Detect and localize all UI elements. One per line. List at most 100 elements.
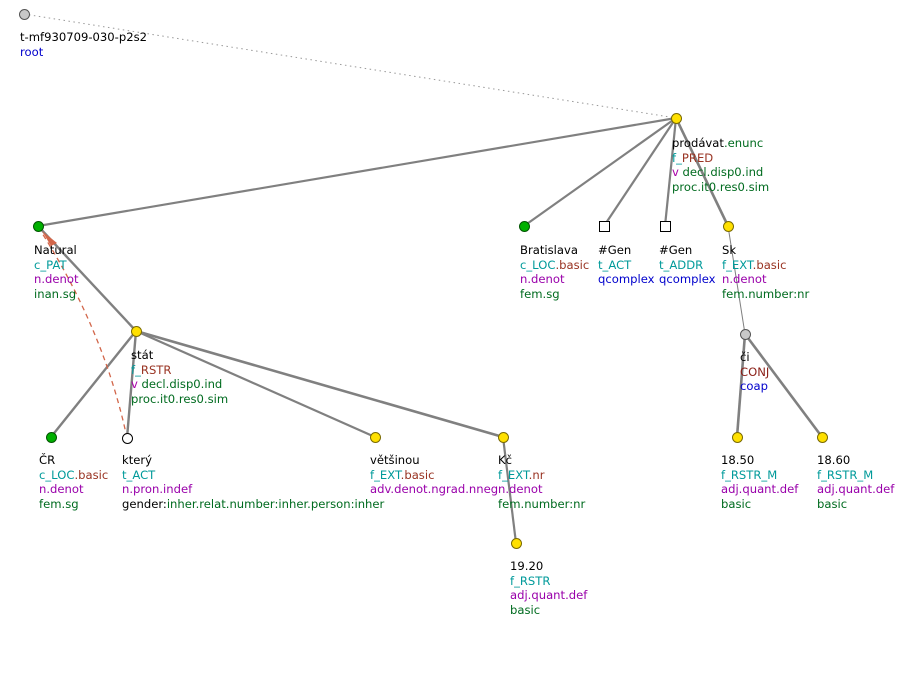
- tree-node-gen-addr[interactable]: [659, 220, 671, 232]
- label-text-part: inan.sg: [34, 286, 77, 301]
- label-text-part: f_: [131, 362, 141, 377]
- node-label-ci[interactable]: či CONJ coap: [740, 350, 769, 394]
- node-label-line: fem.number:nr: [722, 287, 809, 302]
- node-label-stat[interactable]: stát f_RSTR v decl.disp0.ind proc.it0.res0.…: [131, 348, 228, 406]
- node-label-line: většinou: [370, 453, 498, 468]
- node-label-line: fem.sg: [39, 497, 108, 512]
- node-label-line: adj.quant.def: [721, 482, 798, 497]
- label-text-part: Bratislava: [520, 243, 578, 257]
- node-label-line: root: [20, 45, 147, 60]
- label-text-suffix: .nr: [528, 467, 545, 482]
- tree-node-bratislava[interactable]: [518, 220, 530, 232]
- label-text-part: 18.50: [721, 453, 755, 467]
- label-text-part: fem.sg: [39, 496, 79, 511]
- label-text-part: n.denot: [39, 482, 84, 497]
- tree-node-n1850[interactable]: [731, 431, 743, 443]
- label-text-part: n.denot: [498, 482, 543, 497]
- node-label-line: f_EXT.basic: [370, 468, 498, 483]
- label-text-part: ČR: [39, 453, 56, 467]
- node-label-line: c_LOC.basic: [39, 468, 108, 483]
- label-text-part: v: [672, 165, 683, 180]
- tree-node-ktery[interactable]: [121, 432, 133, 444]
- label-text-part: fem.sg: [520, 286, 560, 301]
- label-text-part: qcomplex: [598, 272, 655, 287]
- node-label-line: t-mf930709-030-p2s2: [20, 30, 147, 45]
- label-text-part: f_EXT: [722, 257, 753, 272]
- node-label-n1850[interactable]: 18.50 f_RSTR_M adj.quant.def basic: [721, 453, 798, 511]
- tree-node-stat[interactable]: [130, 325, 142, 337]
- node-label-line: gender:inher.relat.number:inher.person:i…: [122, 497, 384, 512]
- node-label-bratislava[interactable]: Bratislava c_LOC.basic n.denot fem.sg: [520, 243, 589, 301]
- tree-node-natural[interactable]: [32, 220, 44, 232]
- node-label-line: proc.it0.res0.sim: [672, 180, 769, 195]
- node-label-line: fem.sg: [520, 287, 589, 302]
- node-label-sk[interactable]: Sk f_EXT.basic n.denot fem.number:nr: [722, 243, 809, 301]
- tree-node-prodavat[interactable]: [670, 112, 682, 124]
- node-label-line: který: [122, 453, 384, 468]
- node-label-line: f_RSTR: [510, 574, 587, 589]
- label-text-part: prodávat: [672, 136, 724, 150]
- label-text-part: fem.number:nr: [498, 496, 586, 511]
- label-text-suffix: .enunc: [723, 136, 764, 150]
- label-text-part: adj.quant.def: [817, 482, 895, 497]
- label-text-part: t_ACT: [122, 467, 156, 482]
- node-label-line: f_EXT.basic: [722, 258, 809, 273]
- tree-edge: [603, 117, 677, 227]
- node-label-ktery[interactable]: který t_ACT n.pron.indef gender:inher.relat…: [122, 453, 384, 511]
- node-label-line: basic: [510, 603, 587, 618]
- node-label-gen-addr[interactable]: #Gen t_ADDR qcomplex: [659, 243, 716, 287]
- label-text-part: f_EXT: [370, 467, 401, 482]
- node-label-natural[interactable]: Natural c_PAT n.denot inan.sg: [34, 243, 79, 301]
- label-text-part: qcomplex: [659, 272, 716, 287]
- node-label-n1860[interactable]: 18.60 f_RSTR_M adj.quant.def basic: [817, 453, 894, 511]
- label-text-part: gender:: [122, 496, 167, 511]
- node-label-line: f_RSTR_M: [721, 468, 798, 483]
- label-text-part: f_RSTR_M: [721, 467, 778, 482]
- label-text-part: PRED: [681, 150, 714, 165]
- tree-node-root[interactable]: [18, 8, 30, 20]
- node-label-line: Natural: [34, 243, 79, 258]
- tree-edge: [523, 117, 677, 227]
- tree-node-n1860[interactable]: [816, 431, 828, 443]
- tree-edge: [50, 330, 137, 438]
- node-label-vetsinou[interactable]: většinou f_EXT.basic adv.denot.ngrad.nneg: [370, 453, 498, 497]
- node-label-line: fem.number:nr: [498, 497, 585, 512]
- node-label-line: basic: [721, 497, 798, 512]
- node-label-line: n.denot: [39, 482, 108, 497]
- node-label-line: proc.it0.res0.sim: [131, 392, 228, 407]
- label-text-part: adv.denot.ngrad.nneg: [370, 482, 499, 497]
- tree-node-ci[interactable]: [739, 328, 751, 340]
- label-text-part: #Gen: [598, 243, 632, 257]
- node-label-line: Kč: [498, 453, 585, 468]
- node-label-line: f_EXT.nr: [498, 468, 585, 483]
- node-label-line: Sk: [722, 243, 809, 258]
- node-label-line: v decl.disp0.ind: [672, 165, 769, 180]
- node-label-line: 18.60: [817, 453, 894, 468]
- label-text-part: f_RSTR_M: [817, 467, 874, 482]
- label-text-part: t_ACT: [598, 257, 632, 272]
- label-text-part: Kč: [498, 453, 512, 467]
- tree-node-n1920[interactable]: [510, 537, 522, 549]
- node-label-line: n.denot: [722, 272, 809, 287]
- node-label-root[interactable]: t-mf930709-030-p2s2 root: [20, 30, 147, 59]
- node-label-line: adv.denot.ngrad.nneg: [370, 482, 498, 497]
- tree-node-vetsinou[interactable]: [369, 431, 381, 443]
- label-text-part: adj.quant.def: [721, 482, 799, 497]
- tree-edge: [37, 116, 677, 228]
- node-label-line: #Gen: [659, 243, 716, 258]
- node-label-line: coap: [740, 379, 769, 394]
- label-text-suffix: .basic: [555, 257, 590, 272]
- node-label-cr[interactable]: ČR c_LOC.basic n.denot fem.sg: [39, 453, 108, 511]
- node-label-line: #Gen: [598, 243, 655, 258]
- tree-node-gen-act[interactable]: [598, 220, 610, 232]
- label-text-suffix: .basic: [400, 467, 435, 482]
- label-text-part: t-mf930709-030-p2s2: [20, 30, 148, 44]
- tree-node-cr[interactable]: [45, 431, 57, 443]
- node-label-n1920[interactable]: 19.20 f_RSTR adj.quant.def basic: [510, 559, 587, 617]
- node-label-line: n.denot: [520, 272, 589, 287]
- tree-node-kc[interactable]: [497, 431, 509, 443]
- tree-node-sk[interactable]: [722, 220, 734, 232]
- node-label-gen-act[interactable]: #Gen t_ACT qcomplex: [598, 243, 655, 287]
- node-label-prodavat[interactable]: prodávat.enunc f_PRED v decl.disp0.ind proc…: [672, 136, 769, 194]
- node-label-kc[interactable]: Kč f_EXT.nr n.denot fem.number:nr: [498, 453, 585, 511]
